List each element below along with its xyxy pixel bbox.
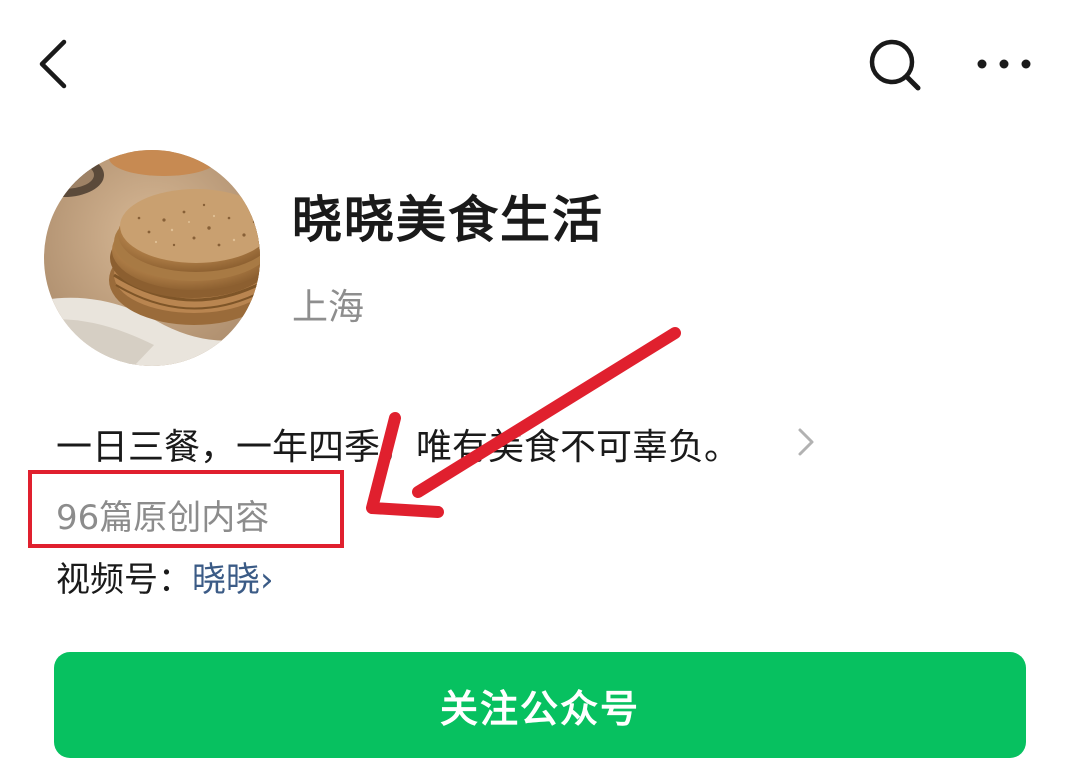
account-avatar[interactable] <box>44 150 260 366</box>
search-icon <box>869 39 921 91</box>
official-account-profile-page: 晓晓美食生活 上海 一日三餐，一年四季，唯有美食不可辜负。 96篇原创内容 视频… <box>0 0 1080 764</box>
follow-button[interactable]: 关注公众号 <box>54 652 1026 758</box>
account-name: 晓晓美食生活 <box>292 191 604 249</box>
more-dots-icon <box>977 59 1031 69</box>
pancake-avatar-image <box>44 150 260 366</box>
search-button[interactable] <box>862 32 928 98</box>
account-location: 上海 <box>292 287 365 328</box>
video-channel-name: 晓晓 <box>192 560 260 600</box>
video-channel-link[interactable]: 视频号：晓晓› <box>56 552 274 601</box>
video-channel-label: 视频号： <box>56 560 192 600</box>
account-bio[interactable]: 一日三餐，一年四季，唯有美食不可辜负。 <box>56 418 740 470</box>
annotation-highlight-box <box>28 470 344 548</box>
back-arrow-icon <box>39 39 67 89</box>
back-button[interactable] <box>30 34 82 94</box>
annotation-arrow <box>366 327 681 518</box>
video-channel-chevron: › <box>260 560 274 600</box>
more-options-button[interactable] <box>972 42 1036 86</box>
chevron-right-icon[interactable] <box>794 424 818 460</box>
